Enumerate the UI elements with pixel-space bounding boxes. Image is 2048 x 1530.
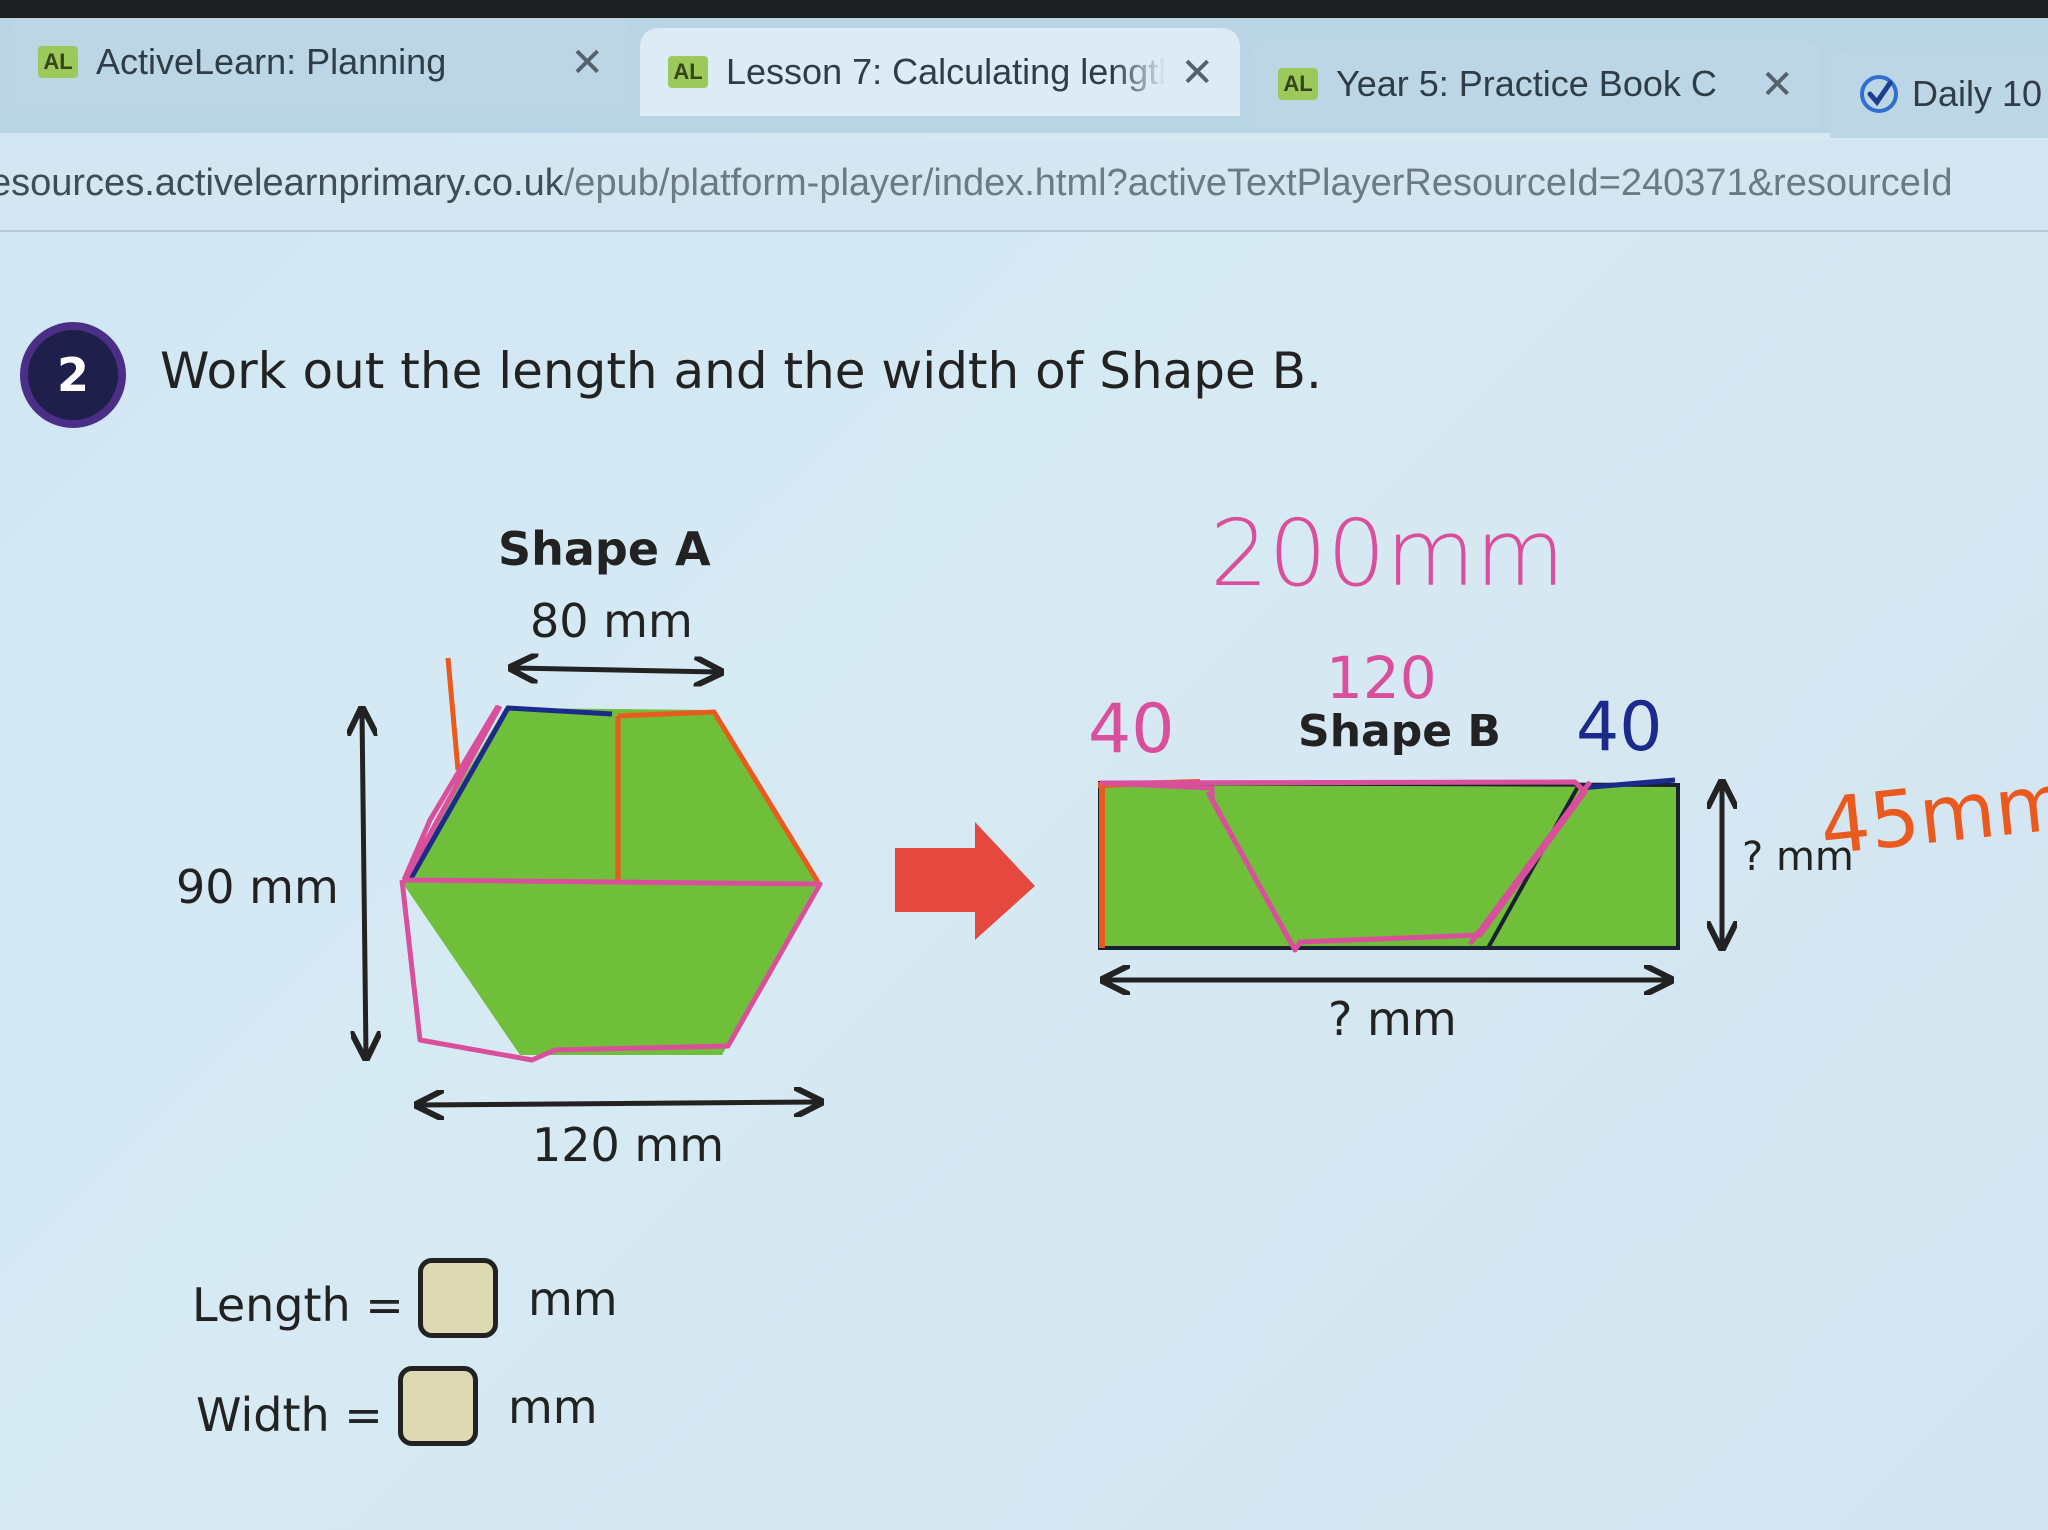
shape-a-side-label: 90 mm [176,860,339,914]
width-answer-box[interactable] [398,1366,478,1446]
transform-arrow-icon [895,822,1035,940]
shape-b-title: Shape B [1298,706,1501,757]
shape-a-height-arrow [362,712,366,1055]
shape-a-bottom-arrow [420,1102,818,1105]
shape-a-title: Shape A [498,522,711,576]
shape-a-top-arrow [514,668,718,672]
shape-a-top-label: 80 mm [530,594,693,648]
handwritten-right: 40 [1576,688,1663,767]
handwritten-middle: 120 [1326,644,1437,712]
length-answer-box[interactable] [418,1258,498,1338]
length-label: Length = [192,1278,404,1332]
shape-b-length-label: ? mm [1328,992,1457,1046]
width-unit: mm [508,1380,598,1434]
shape-a-bottom-label: 120 mm [532,1118,725,1172]
handwritten-left: 40 [1088,690,1175,769]
length-unit: mm [528,1272,618,1326]
shape-b-rectangle [1100,783,1678,948]
handwritten-total: 200mm [1210,500,1565,607]
width-label: Width = [196,1388,383,1442]
browser-window: AL ActiveLearn: Planning ✕ AL Lesson 7: … [0,0,2048,1530]
